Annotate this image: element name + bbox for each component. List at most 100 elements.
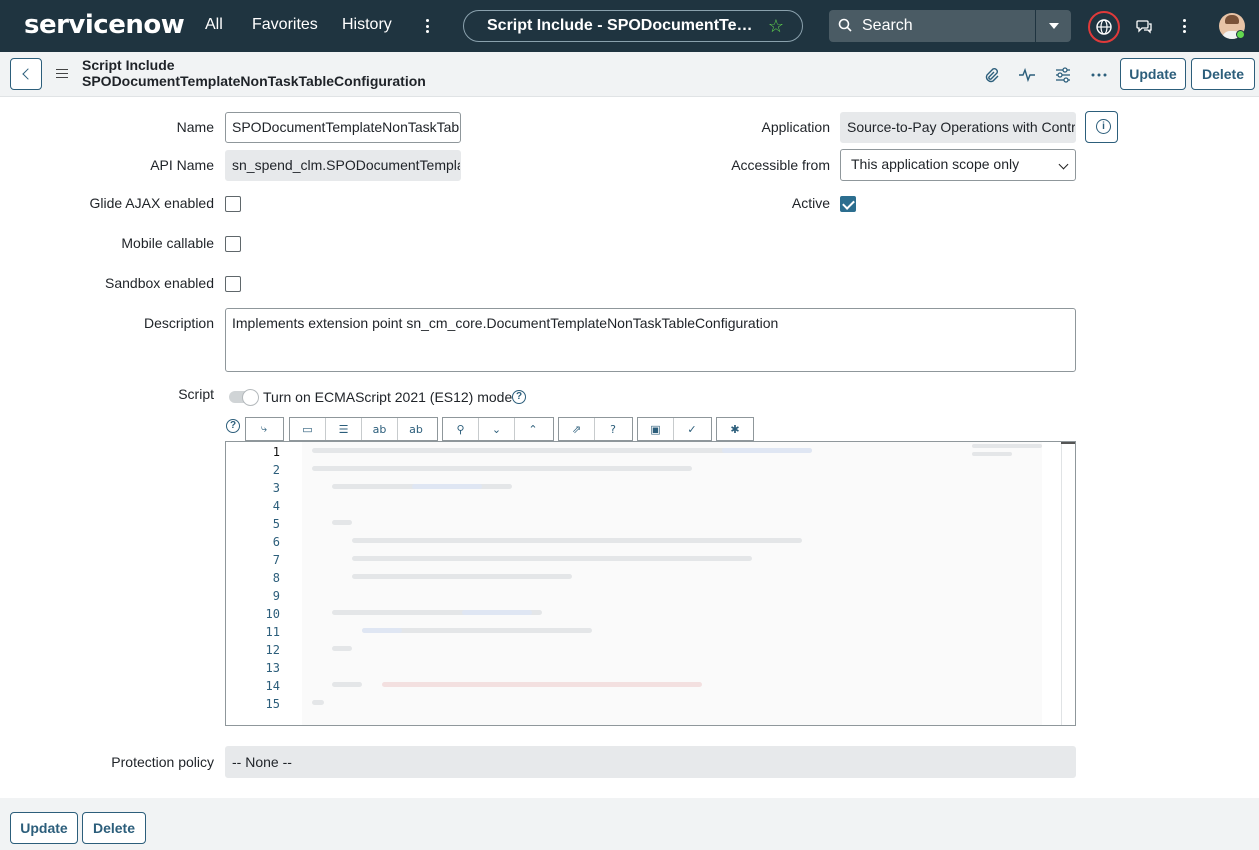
scope-globe-icon[interactable] [1088,11,1120,43]
toolbar-group-edit: ▭ ☰ ab ab [289,417,438,441]
chevron-up-icon: ⌃ [528,422,538,436]
line-number: 7 [272,553,280,567]
mobile-callable-label: Mobile callable [121,235,214,251]
floppy-disk-icon: ▣ [650,422,661,436]
format-code-button[interactable]: ⤷ [246,418,282,440]
line-number: 4 [272,499,280,513]
context-menu-icon[interactable] [56,69,68,78]
script-editor[interactable]: 1 2 3 4 5 6 7 8 9 10 11 12 13 14 15 [225,441,1076,726]
chevron-down-icon: ⌄ [491,422,502,436]
line-number: 12 [265,643,280,657]
find-previous-button[interactable]: ⌃ [515,418,551,440]
editor-vertical-scrollbar[interactable] [1061,442,1062,725]
activity-icon[interactable] [1018,66,1036,84]
help-button[interactable]: ? [595,418,631,440]
application-field: Source-to-Pay Operations with Contract M… [840,112,1076,143]
search-placeholder: Search [862,17,913,34]
glide-ajax-label: Glide AJAX enabled [89,195,214,211]
nav-more-icon[interactable] [419,16,435,36]
protection-policy-label: Protection policy [111,754,214,770]
form-header: Script Include SPODocumentTemplateNonTas… [0,52,1259,97]
replace-all-icon: ab [409,422,423,436]
toolbar-group-view: ⇗ ? [558,417,633,441]
api-name-label: API Name [150,157,214,173]
servicenow-logo[interactable]: servicenow [24,10,185,40]
description-label: Description [143,315,214,331]
line-number: 9 [272,589,280,603]
record-type: Script Include [82,57,175,73]
replace-icon: ab [372,422,387,436]
api-name-field: sn_spend_clm.SPODocumentTemplateNonTaskT… [225,150,461,181]
replace-button[interactable]: ab [362,418,398,440]
accessible-from-label: Accessible from [731,157,830,173]
more-options-icon[interactable] [1090,66,1108,84]
es12-mode-toggle[interactable] [229,389,259,406]
search-dropdown-icon[interactable] [1035,10,1071,42]
script-label: Script [178,386,214,402]
record-name: SPODocumentTemplateNonTaskTableConfigura… [82,73,426,89]
bug-icon: ✱ [730,422,740,436]
page-title: Script Include SPODocumentTemplateNonTas… [82,57,426,89]
protection-policy-select[interactable]: -- None -- [225,746,1076,778]
line-number: 10 [265,607,280,621]
line-number: 6 [272,535,280,549]
toolbar-group-format: ⤷ [245,417,284,441]
code-content-obscured[interactable] [302,442,1042,725]
record-title-pill[interactable]: Script Include - SPODocumentTemplateNonT… [463,10,803,42]
line-number-gutter: 1 2 3 4 5 6 7 8 9 10 11 12 13 14 15 [226,442,296,725]
format-code-icon: ⤷ [260,422,268,435]
debug-button[interactable]: ✱ [717,418,753,440]
expand-icon: ⇗ [571,422,582,436]
attachment-icon[interactable] [982,66,1000,84]
line-number: 2 [272,463,280,477]
accessible-from-select[interactable]: This application scope only [840,149,1076,181]
mobile-callable-checkbox[interactable] [225,236,241,252]
application-info-button[interactable] [1085,111,1118,143]
description-textarea[interactable]: Implements extension point sn_cm_core.Do… [225,308,1076,372]
personalize-form-icon[interactable] [1054,66,1072,84]
fullscreen-button[interactable]: ⇗ [559,418,595,440]
template-icon: ☰ [338,422,349,436]
nav-all[interactable]: All [205,16,223,34]
find-next-button[interactable]: ⌄ [479,418,515,440]
glide-ajax-checkbox[interactable] [225,196,241,212]
insert-template-button[interactable]: ☰ [326,418,362,440]
update-button[interactable]: Update [1120,58,1186,90]
nav-favorites[interactable]: Favorites [252,16,318,34]
name-field[interactable]: SPODocumentTemplateNonTaskTableConfigura… [225,112,461,143]
favorite-star-icon[interactable]: ☆ [768,16,784,37]
line-number: 5 [272,517,280,531]
global-search[interactable]: Search [829,10,1071,42]
line-number: 14 [265,679,280,693]
toolbar-group-debug: ✱ [716,417,754,441]
es12-mode-label: Turn on ECMAScript 2021 (ES12) mode [263,389,513,405]
accessible-from-value: This application scope only [851,156,1020,172]
syntax-check-icon: ✓ [687,422,697,436]
record-title-text: Script Include - SPODocumentTemplateNonT… [487,17,762,34]
toggle-comment-button[interactable]: ▭ [290,418,326,440]
chat-icon[interactable] [1136,18,1153,34]
footer-delete-button[interactable]: Delete [82,812,146,844]
chevron-down-icon [1058,159,1069,170]
user-menu-more-icon[interactable] [1176,16,1192,36]
check-syntax-button[interactable]: ✓ [674,418,710,440]
sandbox-enabled-checkbox[interactable] [225,276,241,292]
footer-update-button[interactable]: Update [10,812,78,844]
active-checkbox[interactable] [840,196,856,212]
magnifier-icon: ⚲ [456,422,465,436]
presence-status-dot [1236,30,1245,39]
replace-all-button[interactable]: ab [398,418,434,440]
search-button[interactable]: ⚲ [443,418,479,440]
delete-button[interactable]: Delete [1191,58,1255,90]
save-button[interactable]: ▣ [638,418,674,440]
line-number: 15 [265,697,280,711]
form-footer: Update Delete [0,798,1259,850]
es12-help-icon[interactable]: ? [512,390,526,404]
editor-resize-edge [1061,442,1075,444]
editor-help-icon[interactable]: ? [226,419,240,433]
line-number: 3 [272,481,280,495]
back-button[interactable] [10,58,42,90]
nav-history[interactable]: History [342,16,392,34]
line-number: 8 [272,571,280,585]
name-label: Name [176,119,214,135]
